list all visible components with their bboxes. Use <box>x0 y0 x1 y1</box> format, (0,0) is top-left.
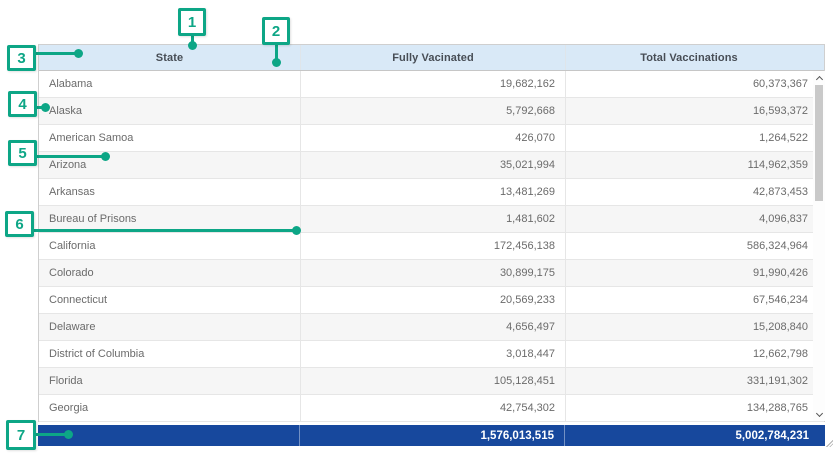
total-vaccinations-cell: 134,288,765 <box>565 395 824 421</box>
table-row[interactable]: California172,456,138586,324,964 <box>39 233 824 260</box>
screenshot-canvas: State Fully Vacinated Total Vaccinations… <box>0 0 833 453</box>
table-row[interactable]: Georgia42,754,302134,288,765 <box>39 395 824 422</box>
state-cell: American Samoa <box>39 125 300 151</box>
scrollbar-thumb[interactable] <box>815 85 823 201</box>
fully-vacinated-cell: 20,569,233 <box>300 287 565 313</box>
total-vaccinations-cell: 15,208,840 <box>565 314 824 340</box>
callout-7-total-row: 7 <box>6 420 36 450</box>
table-header-row: State Fully Vacinated Total Vaccinations <box>39 45 824 71</box>
fully-vacinated-cell: 30,899,175 <box>300 260 565 286</box>
total-vaccinations: 5,002,784,231 <box>564 425 825 446</box>
fully-vacinated-cell: 13,481,269 <box>300 179 565 205</box>
total-vaccinations-cell: 331,191,302 <box>565 368 824 394</box>
scroll-down-button[interactable] <box>813 407 825 421</box>
vaccination-table: State Fully Vacinated Total Vaccinations… <box>38 44 825 422</box>
callout-1-dot <box>188 41 197 50</box>
total-vaccinations-cell: 12,662,798 <box>565 341 824 367</box>
fully-vacinated-cell: 172,456,138 <box>300 233 565 259</box>
state-cell: Connecticut <box>39 287 300 313</box>
callout-2-dot <box>272 58 281 67</box>
callout-5-dot <box>101 152 110 161</box>
state-cell: Alabama <box>39 71 300 97</box>
callout-7-dot <box>64 430 73 439</box>
state-cell: California <box>39 233 300 259</box>
callout-1-header-top: 1 <box>178 8 206 36</box>
state-cell: Colorado <box>39 260 300 286</box>
callout-2-line <box>275 45 278 59</box>
vertical-scrollbar[interactable] <box>813 71 825 421</box>
callout-6-dot <box>292 226 301 235</box>
fully-vacinated-cell: 5,792,668 <box>300 98 565 124</box>
table-row[interactable]: District of Columbia3,018,44712,662,798 <box>39 341 824 368</box>
callout-3-dot <box>74 49 83 58</box>
callout-3-line <box>34 52 75 55</box>
table-row[interactable]: American Samoa426,0701,264,522 <box>39 125 824 152</box>
total-fully-vacinated: 1,576,013,515 <box>299 425 564 446</box>
total-vaccinations-cell: 114,962,359 <box>565 152 824 178</box>
table-total-row: 1,576,013,515 5,002,784,231 <box>38 425 825 446</box>
table-body: Alabama19,682,16260,373,367Alaska5,792,6… <box>39 71 824 422</box>
total-vaccinations-cell: 60,373,367 <box>565 71 824 97</box>
fully-vacinated-cell: 105,128,451 <box>300 368 565 394</box>
chevron-down-icon <box>815 409 822 416</box>
fully-vacinated-cell: 19,682,162 <box>300 71 565 97</box>
callout-4-alaska-row: 4 <box>8 91 37 117</box>
total-vaccinations-cell: 42,873,453 <box>565 179 824 205</box>
scroll-up-button[interactable] <box>813 71 825 85</box>
callout-6-line <box>32 229 294 232</box>
fully-vacinated-cell: 35,021,994 <box>300 152 565 178</box>
callout-2-state-column: 2 <box>262 17 290 45</box>
total-vaccinations-cell: 586,324,964 <box>565 233 824 259</box>
total-vaccinations-cell: 91,990,426 <box>565 260 824 286</box>
chevron-up-icon <box>815 75 822 82</box>
table-row[interactable]: Colorado30,899,17591,990,426 <box>39 260 824 287</box>
table-row[interactable]: Connecticut20,569,23367,546,234 <box>39 287 824 314</box>
table-row[interactable]: Alabama19,682,16260,373,367 <box>39 71 824 98</box>
state-cell: District of Columbia <box>39 341 300 367</box>
state-cell: Alaska <box>39 98 300 124</box>
table-row[interactable]: Arizona35,021,994114,962,359 <box>39 152 824 179</box>
state-cell: Florida <box>39 368 300 394</box>
table-row[interactable]: Arkansas13,481,26942,873,453 <box>39 179 824 206</box>
table-row[interactable]: Florida105,128,451331,191,302 <box>39 368 824 395</box>
total-vaccinations-cell: 4,096,837 <box>565 206 824 232</box>
total-state-cell <box>38 425 299 446</box>
state-cell: Georgia <box>39 395 300 421</box>
total-vaccinations-cell: 1,264,522 <box>565 125 824 151</box>
table-row[interactable]: Alaska5,792,66816,593,372 <box>39 98 824 125</box>
callout-5-line <box>35 155 103 158</box>
callout-7-line <box>35 433 66 436</box>
callout-3-header-row: 3 <box>7 45 36 71</box>
fully-vacinated-cell: 42,754,302 <box>300 395 565 421</box>
fully-vacinated-cell: 426,070 <box>300 125 565 151</box>
callout-4-dot <box>41 103 50 112</box>
callout-5-arizona-row: 5 <box>8 140 37 166</box>
fully-vacinated-cell: 4,656,497 <box>300 314 565 340</box>
resize-grip-icon[interactable] <box>826 440 833 447</box>
table-row[interactable]: Delaware4,656,49715,208,840 <box>39 314 824 341</box>
state-cell: Delaware <box>39 314 300 340</box>
callout-6-row-boundary: 6 <box>5 211 34 237</box>
total-vaccinations-cell: 67,546,234 <box>565 287 824 313</box>
state-cell: Arkansas <box>39 179 300 205</box>
fully-vacinated-cell: 3,018,447 <box>300 341 565 367</box>
total-vaccinations-cell: 16,593,372 <box>565 98 824 124</box>
column-header-fully-vacinated[interactable]: Fully Vacinated <box>300 45 565 70</box>
fully-vacinated-cell: 1,481,602 <box>300 206 565 232</box>
column-header-total-vaccinations[interactable]: Total Vaccinations <box>565 45 824 70</box>
